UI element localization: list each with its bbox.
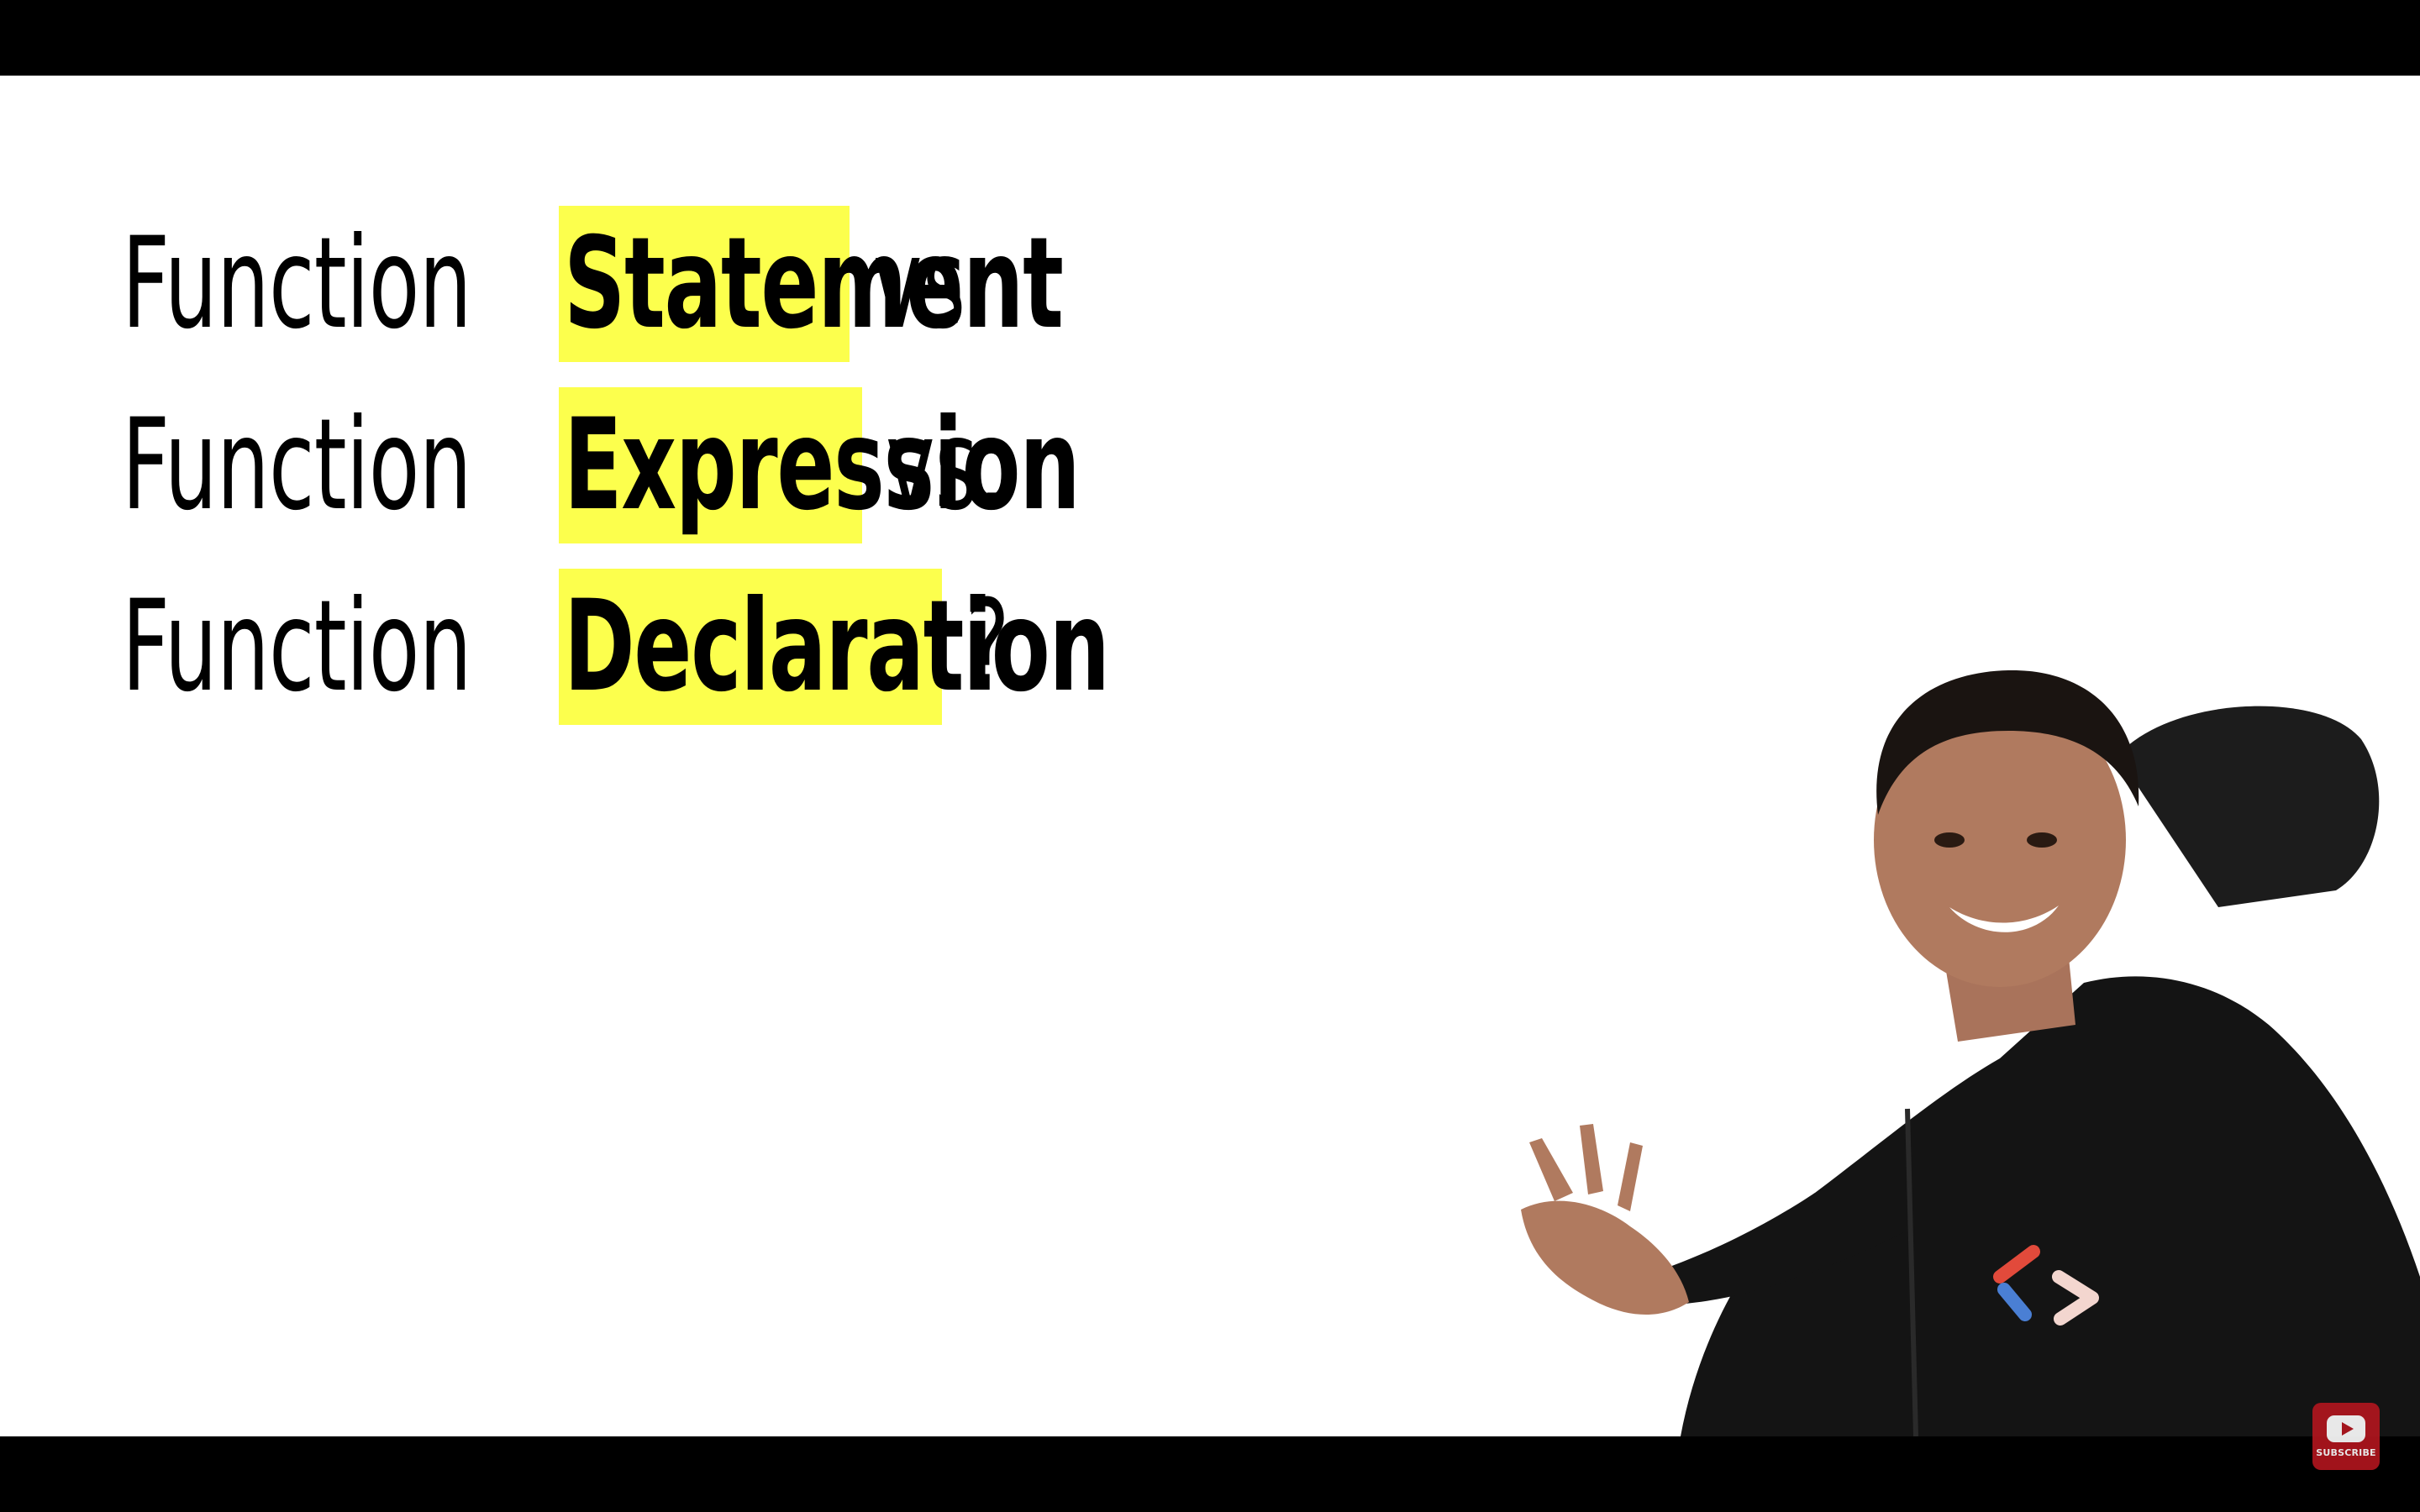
chair-back — [2118, 706, 2380, 907]
line-tail: vs. — [873, 211, 992, 357]
highlight-declaration: Declaration — [559, 569, 1110, 725]
letterbox-top — [0, 0, 2420, 76]
line-tail: vs. — [886, 392, 1005, 538]
headline-line-1: Function Statement vs. — [122, 193, 1066, 375]
presenter-image — [1521, 669, 2420, 1436]
highlight-statement: Statement — [559, 206, 1064, 362]
video-player[interactable]: Function Statement vs. Function Expressi… — [0, 0, 2420, 1512]
slide-headline: Function Statement vs. Function Expressi… — [122, 193, 1110, 738]
highlight-expression: Expression — [559, 387, 1081, 543]
eye-right — [2027, 832, 2057, 848]
subscribe-button[interactable]: SUBSCRIBE — [2312, 1403, 2380, 1470]
youtube-icon — [2327, 1415, 2365, 1442]
hoodie — [1681, 976, 2420, 1436]
line-lead: Function — [122, 392, 471, 538]
eye-left — [1934, 832, 1965, 848]
line-lead: Function — [122, 211, 471, 357]
letterbox-bottom — [0, 1436, 2420, 1512]
line-tail: ? — [965, 574, 1010, 720]
headline-line-3: Function Declaration ? — [122, 556, 1110, 738]
video-frame[interactable]: Function Statement vs. Function Expressi… — [0, 76, 2420, 1436]
subscribe-label: SUBSCRIBE — [2316, 1446, 2376, 1458]
headline-line-2: Function Expression vs. — [122, 375, 1081, 556]
hand — [1521, 1200, 1689, 1315]
fingers — [1529, 1124, 1643, 1211]
line-lead: Function — [122, 574, 471, 720]
